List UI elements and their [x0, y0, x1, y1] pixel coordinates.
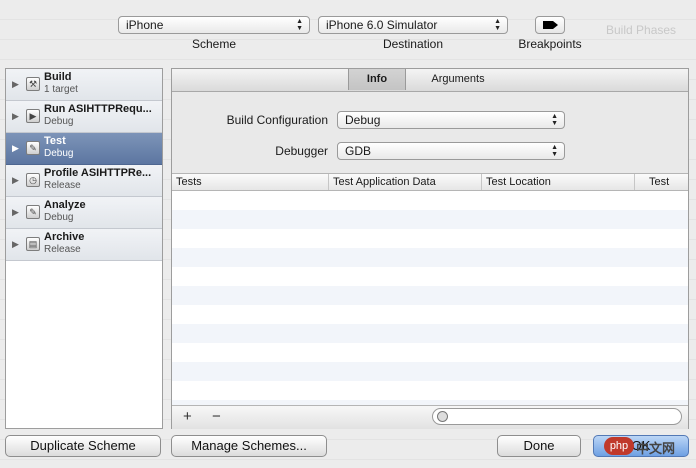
- hammer-icon: ⚒: [26, 77, 40, 91]
- sidebar-item-sublabel: Debug: [44, 212, 74, 223]
- table-row: [172, 324, 688, 343]
- table-row: [172, 210, 688, 229]
- sidebar-item-sublabel: Release: [44, 244, 81, 255]
- sidebar-item-run[interactable]: ▶ ▶ Run ASIHTTPRequ... Debug: [6, 101, 162, 133]
- destination-value: iPhone 6.0 Simulator: [326, 18, 438, 32]
- sidebar-item-sublabel: Release: [44, 180, 81, 191]
- table-row: [172, 362, 688, 381]
- sidebar-item-analyze[interactable]: ▶ ✎ Analyze Debug: [6, 197, 162, 229]
- done-button[interactable]: Done: [497, 435, 581, 457]
- analyze-icon: ✎: [26, 205, 40, 219]
- debugger-value: GDB: [345, 144, 372, 158]
- table-row: [172, 286, 688, 305]
- manage-schemes-button[interactable]: Manage Schemes...: [171, 435, 327, 457]
- sidebar-item-sublabel: 1 target: [44, 84, 78, 95]
- scheme-editor-panel: Info Arguments Build Configuration Debug…: [171, 68, 689, 429]
- destination-caption: Destination: [382, 37, 444, 51]
- background-ghost-text: Build Phases: [606, 23, 677, 37]
- duplicate-scheme-button[interactable]: Duplicate Scheme: [5, 435, 161, 457]
- run-icon: ▶: [26, 109, 40, 123]
- disclosure-triangle-icon[interactable]: ▶: [12, 175, 19, 186]
- debugger-label: Debugger: [275, 144, 328, 158]
- tab-info[interactable]: Info: [348, 69, 406, 90]
- sidebar-item-sublabel: Debug: [44, 116, 74, 127]
- sidebar-item-label: Test: [44, 135, 66, 147]
- table-footer: + −: [172, 405, 688, 429]
- popup-arrows-icon: ▲ ▼: [494, 18, 501, 32]
- debugger-popup[interactable]: GDB ▲ ▼: [337, 142, 565, 160]
- watermark-badge: php: [604, 437, 634, 455]
- disclosure-triangle-icon[interactable]: ▶: [12, 143, 19, 154]
- sidebar-item-label: Profile ASIHTTPRe...: [44, 167, 152, 179]
- add-button[interactable]: +: [183, 409, 192, 424]
- watermark-text: 中文网: [636, 441, 676, 456]
- profile-icon: ◷: [26, 173, 40, 187]
- scheme-actions-sidebar: ▶ ⚒ Build 1 target ▶ ▶ Run ASIHTTPRequ..…: [5, 68, 163, 429]
- breakpoints-button[interactable]: [535, 16, 565, 34]
- sidebar-item-label: Run ASIHTTPRequ...: [44, 103, 152, 115]
- table-row: [172, 248, 688, 267]
- popup-arrows-icon: ▲ ▼: [551, 113, 558, 127]
- breakpoints-caption: Breakpoints: [518, 37, 582, 51]
- column-header-test[interactable]: Test: [635, 174, 688, 190]
- filter-search-field[interactable]: [432, 408, 682, 425]
- tab-arguments[interactable]: Arguments: [412, 69, 504, 90]
- search-icon: [437, 411, 448, 422]
- build-configuration-popup[interactable]: Debug ▲ ▼: [337, 111, 565, 129]
- tests-table[interactable]: Tests Test Application Data Test Locatio…: [172, 173, 688, 406]
- sidebar-item-build[interactable]: ▶ ⚒ Build 1 target: [6, 69, 162, 101]
- column-header-tests[interactable]: Tests: [172, 174, 329, 190]
- scheme-value: iPhone: [126, 18, 164, 32]
- archive-icon: ▤: [26, 237, 40, 251]
- popup-arrows-icon: ▲ ▼: [296, 18, 303, 32]
- column-header-test-application-data[interactable]: Test Application Data: [329, 174, 482, 190]
- build-configuration-value: Debug: [345, 113, 381, 127]
- table-header: Tests Test Application Data Test Locatio…: [172, 174, 688, 191]
- column-header-test-location[interactable]: Test Location: [482, 174, 635, 190]
- disclosure-triangle-icon[interactable]: ▶: [12, 111, 19, 122]
- sidebar-item-label: Analyze: [44, 199, 86, 211]
- breakpoint-icon: [543, 21, 558, 29]
- build-configuration-label: Build Configuration: [226, 113, 328, 127]
- wrench-icon: ✎: [26, 141, 40, 155]
- disclosure-triangle-icon[interactable]: ▶: [12, 207, 19, 218]
- tab-bar: Info Arguments: [172, 69, 688, 92]
- sidebar-item-archive[interactable]: ▶ ▤ Archive Release: [6, 229, 162, 261]
- sidebar-item-test[interactable]: ▶ ✎ Test Debug: [6, 133, 162, 165]
- sidebar-item-label: Archive: [44, 231, 85, 243]
- scheme-popup[interactable]: iPhone ▲ ▼: [118, 16, 310, 34]
- destination-popup[interactable]: iPhone 6.0 Simulator ▲ ▼: [318, 16, 508, 34]
- scheme-caption: Scheme: [191, 37, 237, 51]
- disclosure-triangle-icon[interactable]: ▶: [12, 239, 19, 250]
- sidebar-item-label: Build: [44, 71, 72, 83]
- disclosure-triangle-icon[interactable]: ▶: [12, 79, 19, 90]
- remove-button[interactable]: −: [212, 409, 221, 424]
- popup-arrows-icon: ▲ ▼: [551, 144, 558, 158]
- sidebar-item-profile[interactable]: ▶ ◷ Profile ASIHTTPRe... Release: [6, 165, 162, 197]
- sidebar-item-sublabel: Debug: [44, 148, 74, 159]
